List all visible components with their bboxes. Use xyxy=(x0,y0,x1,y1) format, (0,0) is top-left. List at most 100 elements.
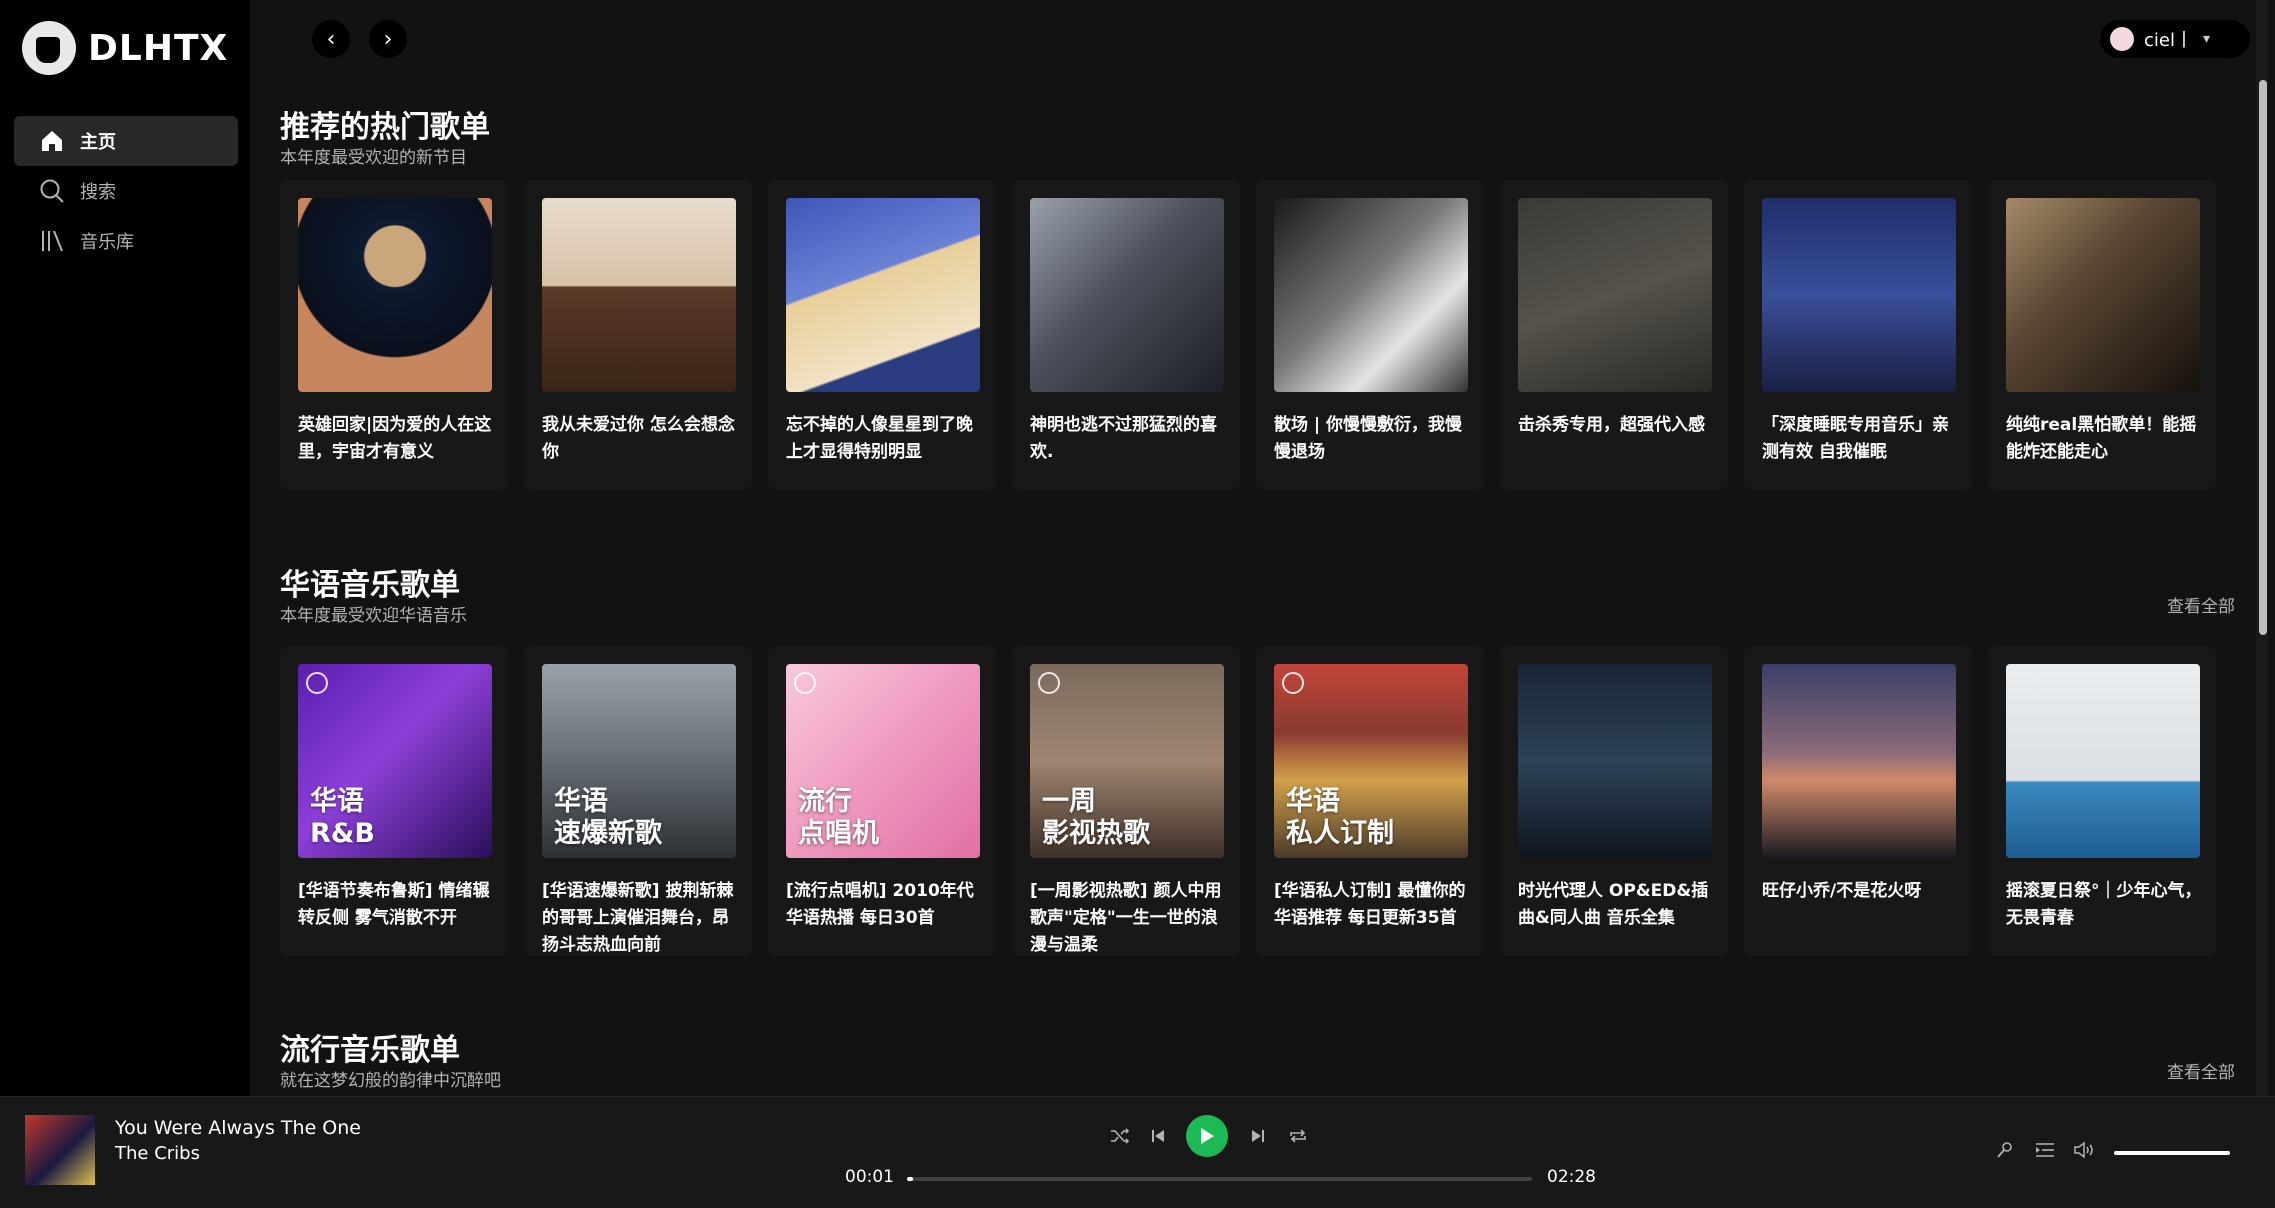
back-button[interactable]: ‹ xyxy=(312,20,350,58)
section-title: 推荐的热门歌单 xyxy=(280,110,490,145)
playlist-card[interactable]: 纯纯real黑怕歌单！能摇能炸还能走心 xyxy=(1988,180,2216,490)
sidebar-item-label: 主页 xyxy=(80,132,116,153)
playlist-card[interactable]: 神明也逃不过那猛烈的喜欢. xyxy=(1012,180,1240,490)
playlist-card[interactable]: 英雄回家|因为爱的人在这里，宇宙才有意义 xyxy=(280,180,508,490)
netease-icon xyxy=(306,672,328,694)
sidebar-item-search[interactable]: 搜索 xyxy=(14,166,238,216)
playlist-title: 忘不掉的人像星星到了晚上才显得特别明显 xyxy=(786,415,973,462)
section-subtitle: 本年度最受欢迎华语音乐 xyxy=(280,606,467,626)
playlist-title: [华语节奏布鲁斯] 情绪辗转反侧 雾气消散不开 xyxy=(298,881,490,928)
playlist-title: [流行点唱机] 2010年代华语热播 每日30首 xyxy=(786,881,974,928)
player-bar: You Were Always The One The Cribs 00:01 … xyxy=(0,1096,2275,1208)
playlist-title: 英雄回家|因为爱的人在这里，宇宙才有意义 xyxy=(298,415,492,462)
playlist-card[interactable]: 华语 私人订制 [华语私人订制] 最懂你的华语推荐 每日更新35首 xyxy=(1256,646,1484,956)
playlist-cover xyxy=(1030,198,1224,392)
see-all-link[interactable]: 查看全部 xyxy=(2167,592,2235,617)
playlist-card[interactable]: 摇滚夏日祭°｜少年心气，无畏青春 xyxy=(1988,646,2216,956)
playlist-cover xyxy=(1274,198,1468,392)
volume-button[interactable] xyxy=(2070,1135,2100,1165)
microphone-icon xyxy=(1997,1142,2012,1158)
lyrics-button[interactable] xyxy=(1990,1135,2020,1165)
now-playing-title[interactable]: You Were Always The One xyxy=(115,1117,361,1139)
playlist-cover xyxy=(1762,198,1956,392)
now-playing-cover[interactable] xyxy=(25,1115,95,1185)
playlist-title: 时光代理人 OP&ED&插曲&同人曲 音乐全集 xyxy=(1518,881,1709,928)
progress-bar[interactable] xyxy=(907,1177,1532,1181)
playlist-title: 摇滚夏日祭°｜少年心气，无畏青春 xyxy=(2006,881,2202,928)
play-button[interactable] xyxy=(1186,1115,1228,1157)
next-icon xyxy=(1252,1130,1264,1142)
playlist-card[interactable]: 流行 点唱机 [流行点唱机] 2010年代华语热播 每日30首 xyxy=(768,646,996,956)
playlist-card[interactable]: 「深度睡眠专用音乐」亲测有效 自我催眠 xyxy=(1744,180,1972,490)
playlist-cover: 一周 影视热歌 xyxy=(1030,664,1224,858)
playlist-title: [华语速爆新歌] 披荆斩棘的哥哥上演催泪舞台，昂扬斗志热血向前 xyxy=(542,881,734,955)
user-menu[interactable]: ciel丨 ▾ xyxy=(2100,20,2250,58)
playlist-card[interactable]: 散场 | 你慢慢敷衍，我慢慢退场 xyxy=(1256,180,1484,490)
netease-icon xyxy=(794,672,816,694)
total-time: 02:28 xyxy=(1547,1167,1596,1187)
playlist-title: [一周影视热歌] 颜人中用歌声"定格"一生一世的浪漫与温柔 xyxy=(1030,881,1222,955)
next-button[interactable] xyxy=(1243,1121,1273,1151)
section-subtitle: 就在这梦幻般的韵律中沉醉吧 xyxy=(280,1071,501,1091)
now-playing-artist[interactable]: The Cribs xyxy=(115,1143,200,1164)
playlist-cover: 华语 速爆新歌 xyxy=(542,664,736,858)
netease-icon xyxy=(1038,672,1060,694)
logo-text: DLHTX xyxy=(88,27,229,69)
playlist-card[interactable]: 击杀秀专用，超强代入感 xyxy=(1500,180,1728,490)
shuffle-button[interactable] xyxy=(1105,1121,1135,1151)
playlist-title: 击杀秀专用，超强代入感 xyxy=(1518,415,1705,435)
avatar xyxy=(2110,27,2134,51)
chevron-down-icon: ▾ xyxy=(2202,31,2211,47)
cover-label: 华语 私人订制 xyxy=(1286,786,1394,849)
playlist-card[interactable]: 一周 影视热歌 [一周影视热歌] 颜人中用歌声"定格"一生一世的浪漫与温柔 xyxy=(1012,646,1240,956)
sidebar-item-home[interactable]: 主页 xyxy=(14,116,238,166)
repeat-icon xyxy=(1290,1129,1306,1143)
playlist-title: 旺仔小乔/不是花火呀 xyxy=(1762,881,1922,901)
playlist-cover xyxy=(2006,198,2200,392)
scrollbar-thumb[interactable] xyxy=(2259,80,2267,635)
current-time: 00:01 xyxy=(845,1167,894,1187)
playlist-title: 纯纯real黑怕歌单！能摇能炸还能走心 xyxy=(2006,415,2197,462)
playlist-card[interactable]: 旺仔小乔/不是花火呀 xyxy=(1744,646,1972,956)
playlist-cover xyxy=(1762,664,1956,858)
sidebar-item-label: 搜索 xyxy=(80,182,116,203)
playlist-card[interactable]: 华语 R&B [华语节奏布鲁斯] 情绪辗转反侧 雾气消散不开 xyxy=(280,646,508,956)
section-title: 华语音乐歌单 xyxy=(280,568,460,603)
playlist-card[interactable]: 华语 速爆新歌 [华语速爆新歌] 披荆斩棘的哥哥上演催泪舞台，昂扬斗志热血向前 xyxy=(524,646,752,956)
queue-icon xyxy=(2036,1143,2054,1157)
repeat-button[interactable] xyxy=(1283,1121,1313,1151)
queue-button[interactable] xyxy=(2030,1135,2060,1165)
playlist-title: 散场 | 你慢慢敷衍，我慢慢退场 xyxy=(1274,415,1463,462)
chevron-left-icon: ‹ xyxy=(326,26,336,52)
sidebar-item-label: 音乐库 xyxy=(80,232,134,253)
search-icon xyxy=(38,177,66,205)
playlist-cover: 华语 私人订制 xyxy=(1274,664,1468,858)
app-logo[interactable]: DLHTX xyxy=(22,18,228,78)
cover-label: 一周 影视热歌 xyxy=(1042,786,1150,849)
playlist-cover: 流行 点唱机 xyxy=(786,664,980,858)
playlist-title: 我从未爱过你 怎么会想念你 xyxy=(542,415,735,462)
playlist-cover xyxy=(542,198,736,392)
previous-icon xyxy=(1152,1130,1164,1142)
progress-fill xyxy=(907,1177,913,1181)
cover-label: 华语 R&B xyxy=(310,786,375,849)
user-name: ciel丨 xyxy=(2144,30,2193,51)
playlist-card[interactable]: 时光代理人 OP&ED&插曲&同人曲 音乐全集 xyxy=(1500,646,1728,956)
playlist-card[interactable]: 我从未爱过你 怎么会想念你 xyxy=(524,180,752,490)
cover-label: 华语 速爆新歌 xyxy=(554,786,662,849)
volume-icon xyxy=(2074,1141,2093,1159)
previous-button[interactable] xyxy=(1143,1121,1173,1151)
playlist-cover xyxy=(1518,198,1712,392)
sidebar: DLHTX 主页 搜索 音乐库 xyxy=(0,0,250,1096)
playlist-cover xyxy=(2006,664,2200,858)
section-title: 流行音乐歌单 xyxy=(280,1033,460,1068)
playlist-row-hot: 英雄回家|因为爱的人在这里，宇宙才有意义 我从未爱过你 怎么会想念你 忘不掉的人… xyxy=(280,180,2220,490)
netease-icon xyxy=(1282,672,1304,694)
playlist-cover: 华语 R&B xyxy=(298,664,492,858)
sidebar-item-library[interactable]: 音乐库 xyxy=(14,216,238,266)
library-icon xyxy=(38,227,66,255)
see-all-link[interactable]: 查看全部 xyxy=(2167,1058,2235,1083)
volume-slider[interactable] xyxy=(2114,1151,2230,1155)
forward-button[interactable]: › xyxy=(369,20,407,58)
playlist-card[interactable]: 忘不掉的人像星星到了晚上才显得特别明显 xyxy=(768,180,996,490)
